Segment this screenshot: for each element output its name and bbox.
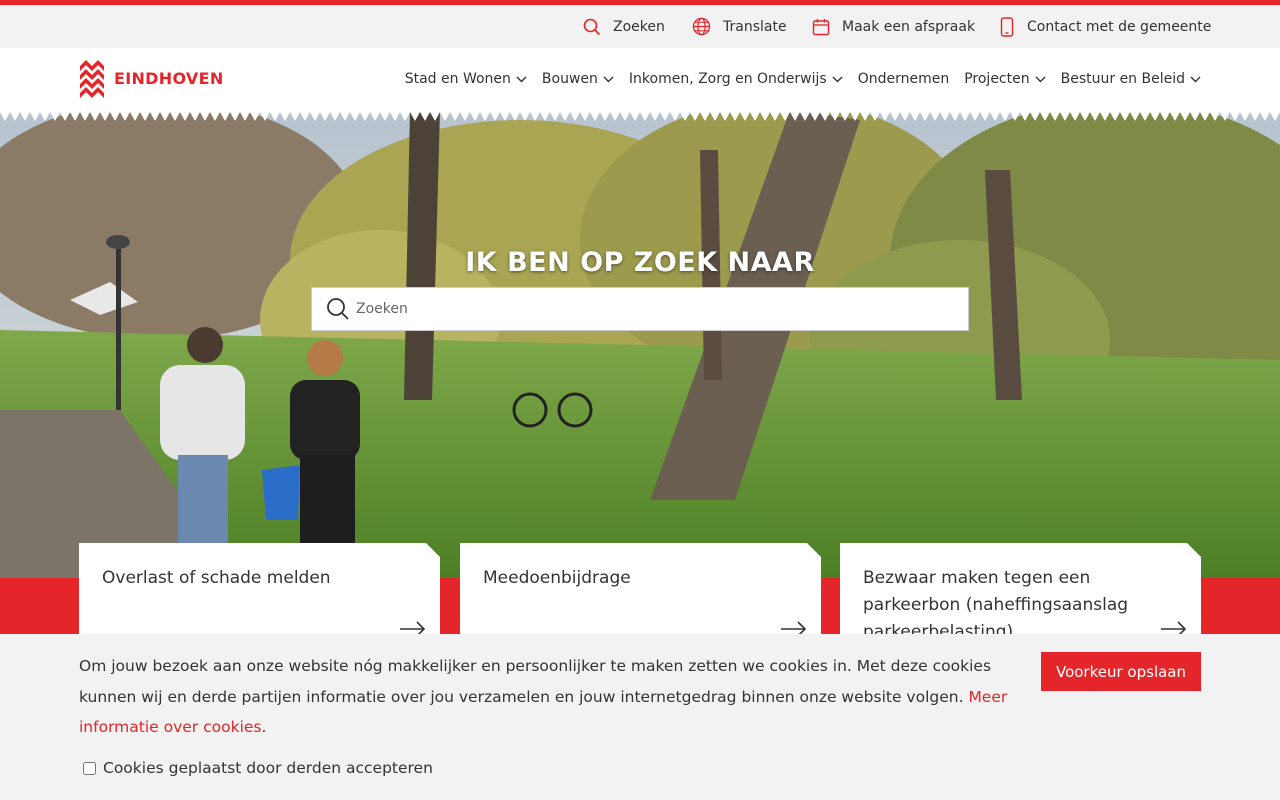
utility-search-link[interactable]: Zoeken [583,5,665,48]
hero-search-input[interactable] [356,289,968,329]
nav-ondernemen[interactable]: Ondernemen [858,71,950,87]
utility-bar: Zoeken Translate Maak een afspraak Conta… [0,5,1280,48]
globe-icon [692,17,711,36]
chevron-down-icon [832,76,843,82]
nav-inkomen-zorg-onderwijs[interactable]: Inkomen, Zorg en Onderwijs [629,71,843,87]
cookie-banner: Om jouw bezoek aan onze website nóg makk… [0,634,1280,800]
phone-icon [1000,16,1014,37]
cookie-text: Om jouw bezoek aan onze website nóg makk… [79,657,992,706]
hero-section: IK BEN OP ZOEK NAAR [0,110,1280,580]
utility-appointment-link[interactable]: Maak een afspraak [812,5,975,48]
nav-label: Bouwen [541,71,598,87]
nav-label: Ondernemen [857,71,950,87]
nav-projecten[interactable]: Projecten [964,71,1046,87]
chevron-down-icon [516,76,527,82]
quicklink-card-overlast[interactable]: Overlast of schade melden [79,543,440,643]
utility-search-label: Zoeken [613,18,665,35]
utility-appointment-label: Maak een afspraak [842,18,976,35]
nav-bestuur-en-beleid[interactable]: Bestuur en Beleid [1061,71,1201,87]
main-header: EINDHOVEN Stad en Wonen Bouwen Inkomen, … [0,48,1280,110]
chevron-down-icon [603,76,614,82]
utility-translate-link[interactable]: Translate [692,5,787,48]
hero-search-box[interactable] [311,287,969,331]
cookie-message: Om jouw bezoek aan onze website nóg makk… [79,651,1034,743]
save-preference-button[interactable]: Voorkeur opslaan [1041,652,1201,691]
nav-stad-en-wonen[interactable]: Stad en Wonen [405,71,527,87]
nav-bouwen[interactable]: Bouwen [542,71,614,87]
calendar-icon [812,18,830,35]
search-icon [327,298,349,320]
hero-park-image [0,110,1280,580]
card-title: Meedoenbijdrage [483,568,631,588]
utility-translate-label: Translate [723,18,787,35]
zigzag-divider [0,110,1280,121]
logo-text: EINDHOVEN [114,68,224,88]
nav-label: Inkomen, Zorg en Onderwijs [628,71,827,87]
nav-label: Stad en Wonen [404,71,511,87]
card-title: Overlast of schade melden [102,568,331,588]
main-navigation: Stad en Wonen Bouwen Inkomen, Zorg en On… [405,48,1201,110]
eindhoven-logo[interactable]: EINDHOVEN [79,58,224,98]
third-party-cookies-checkbox[interactable] [83,761,96,775]
utility-contact-label: Contact met de gemeente [1027,18,1212,35]
nav-label: Projecten [964,71,1030,87]
chevron-down-icon [1190,76,1201,82]
third-party-cookies-label: Cookies geplaatst door derden accepteren [103,759,433,777]
utility-contact-link[interactable]: Contact met de gemeente [999,5,1211,48]
chevron-down-icon [1035,76,1046,82]
nav-label: Bestuur en Beleid [1060,71,1185,87]
search-icon [583,18,601,35]
quicklink-card-meedoenbijdrage[interactable]: Meedoenbijdrage [460,543,821,643]
eindhoven-logo-icon [80,60,104,98]
quicklink-card-bezwaar-parkeerbon[interactable]: Bezwaar maken tegen een parkeerbon (nahe… [840,543,1201,643]
third-party-cookies-option[interactable]: Cookies geplaatst door derden accepteren [83,759,433,777]
cookie-text-end: . [261,718,267,736]
hero-title: IK BEN OP ZOEK NAAR [465,247,815,278]
